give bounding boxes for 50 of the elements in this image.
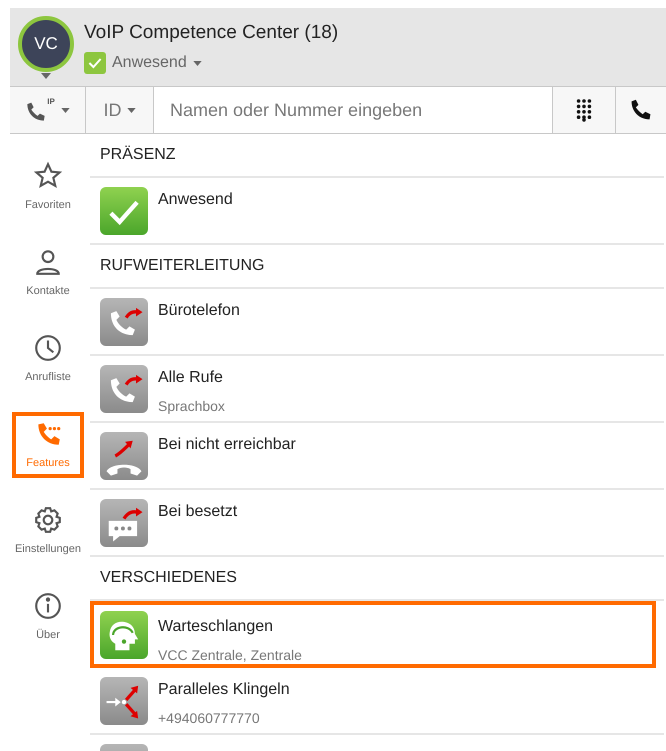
section-heading: RUFWEITERLEITUNG	[100, 256, 264, 276]
sidebar-item[interactable]: Favoriten	[12, 154, 84, 220]
status-label: Anwesend	[112, 53, 187, 74]
avatar[interactable]: VC	[18, 16, 74, 72]
search-field[interactable]: Namen oder Nummer eingeben	[154, 87, 553, 133]
caret-icon	[60, 108, 70, 112]
feature-label: Paralleles Klingeln	[158, 680, 290, 700]
sidebar-item[interactable]: Anrufliste	[12, 326, 84, 392]
headset-head-icon	[100, 610, 148, 658]
phone-icon	[629, 98, 653, 122]
split-arrows-icon	[100, 676, 148, 724]
feature-label: Warteschlangen	[158, 617, 274, 637]
status-dropdown[interactable]: Anwesend	[84, 51, 338, 76]
feature-label: Bürotelefon	[158, 301, 240, 321]
line-label: IP	[47, 98, 55, 106]
phone-icon	[25, 100, 48, 122]
feature-detail: Sprachbox	[158, 397, 225, 416]
caret-icon	[126, 108, 136, 112]
hangup-forward-icon	[100, 432, 148, 480]
feature-row[interactable]: Bürotelefon	[90, 289, 664, 356]
section-heading: VERSCHIEDENES	[100, 568, 237, 588]
feature-row[interactable]: Alle Rufe Sprachbox	[90, 356, 664, 423]
chat-forward-icon	[100, 498, 148, 546]
clock-icon	[33, 332, 63, 363]
feature-row[interactable]: Bei besetzt	[90, 490, 664, 557]
phone-forward-icon	[100, 298, 148, 346]
feature-detail: VCC Zentrale, Zentrale	[158, 646, 302, 665]
check-icon	[100, 186, 148, 234]
phone-forward-icon	[100, 364, 148, 412]
feature-row[interactable]: Paralleles Klingeln +494060777770	[90, 668, 664, 735]
feature-label: Alle Rufe	[158, 368, 224, 388]
feature-row[interactable]: Anwesend	[90, 178, 664, 245]
section-heading: PRÄSENZ	[100, 144, 176, 165]
feature-label: Anwesend	[158, 190, 233, 210]
line-dropdown[interactable]: IP	[10, 87, 86, 133]
info-icon	[33, 590, 63, 621]
feature-row[interactable]: Bei nicht erreichbar	[90, 423, 664, 490]
caret-icon	[192, 60, 202, 66]
sidebar-item[interactable]: Einstellungen	[12, 498, 84, 564]
dialpad-icon	[575, 98, 593, 122]
sidebar-item[interactable]: Über	[12, 584, 84, 650]
star-icon	[33, 160, 63, 191]
feature-detail: +494060777770	[158, 709, 261, 728]
feature-label: Bei nicht erreichbar	[158, 435, 296, 455]
feature-label: Bei besetzt	[158, 502, 238, 522]
sidebar-item[interactable]: Kontakte	[12, 240, 84, 306]
settings-icon	[33, 504, 63, 535]
feature-row[interactable]: Warteschlangen VCC Zentrale, Zentrale	[90, 601, 656, 668]
contact-title: VoIP Competence Center (18)	[84, 20, 338, 45]
id-label: ID	[104, 98, 122, 122]
